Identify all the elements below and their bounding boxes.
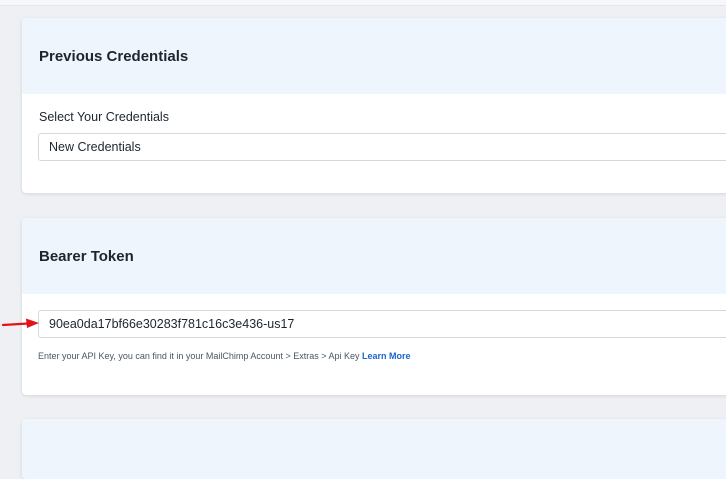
next-card (22, 419, 726, 479)
previous-credentials-body: Select Your Credentials New Credentials (22, 94, 726, 161)
bearer-token-header: Bearer Token (22, 218, 726, 294)
previous-credentials-header: Previous Credentials (22, 18, 726, 94)
bearer-token-help-text: Enter your API Key, you can find it in y… (38, 351, 360, 361)
next-card-header (22, 419, 726, 479)
select-credentials-label: Select Your Credentials (39, 110, 169, 124)
bearer-token-help: Enter your API Key, you can find it in y… (38, 351, 726, 361)
bearer-token-body: Enter your API Key, you can find it in y… (22, 294, 726, 361)
credentials-select-value: New Credentials (49, 140, 141, 154)
bearer-token-input[interactable] (38, 310, 726, 338)
previous-credentials-title: Previous Credentials (39, 47, 189, 65)
red-arrow-icon (2, 318, 39, 328)
credentials-select[interactable]: New Credentials (38, 133, 726, 161)
learn-more-link[interactable]: Learn More (362, 351, 411, 361)
previous-credentials-card: Previous Credentials Select Your Credent… (22, 18, 726, 193)
bearer-token-card: Bearer Token Enter your API Key, you can… (22, 218, 726, 395)
bearer-token-title: Bearer Token (39, 247, 134, 265)
top-strip (0, 0, 726, 6)
